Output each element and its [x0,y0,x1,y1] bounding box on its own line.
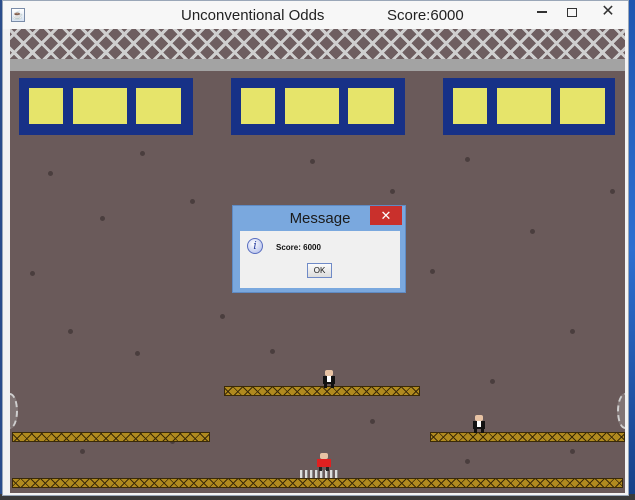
window-score: Score:6000 [387,7,464,24]
close-icon: ✕ [601,3,615,20]
wall-speck [490,379,495,384]
wall-speck [270,349,275,354]
wall-speck [390,189,395,194]
wall-speck [465,157,470,162]
wall-speck [30,271,35,276]
floor-spikes [300,470,340,478]
window-pane [136,88,181,124]
close-icon: ✕ [380,208,392,223]
wall-speck [370,419,375,424]
enemy-shirt [477,421,481,427]
wall-speck [68,329,73,334]
wall-window-center [231,78,405,135]
wall-speck [570,329,575,334]
ceiling-lattice [10,29,625,59]
minimize-button[interactable] [527,1,557,23]
wall-speck [100,216,105,221]
player-body [317,459,331,467]
window-pane [285,88,339,124]
platform-floor [12,478,623,488]
wall-speck [135,351,140,356]
platform-left [12,432,210,442]
enemy-legs [324,384,334,388]
window-pane [497,88,551,124]
window-pane [453,88,487,124]
enemy-suit-man-center [321,370,337,388]
message-dialog: Message ✕ i Score: 6000 OK [232,205,406,293]
wall-speck [530,229,535,234]
portal-left [10,393,18,429]
wall-speck [190,199,195,204]
dialog-close-button[interactable]: ✕ [370,206,402,225]
wall-speck [48,171,53,176]
dialog-body: i Score: 6000 OK [240,231,400,288]
wall-speck [220,314,225,319]
player-character [316,453,332,471]
window-pane [29,88,63,124]
wall-window-right [443,78,615,135]
wall-speck [310,159,315,164]
platform-right [430,432,625,442]
maximize-button[interactable] [557,1,587,23]
enemy-suit-man-right [471,415,487,433]
wall-speck [465,459,470,464]
window-pane [241,88,275,124]
window-pane [348,88,394,124]
enemy-legs [474,429,484,433]
wall-speck [140,151,145,156]
window-pane [560,88,605,124]
wall-speck [80,449,85,454]
java-app-icon[interactable]: ☕ [11,8,25,22]
wall-speck [570,449,575,454]
dialog-message: Score: 6000 [276,243,321,252]
portal-right [617,393,625,429]
wall-speck [430,269,435,274]
info-icon: i [247,238,263,254]
close-button[interactable]: ✕ [589,1,627,23]
minimize-icon [537,11,547,13]
window-title: Unconventional Odds [181,7,325,24]
ceiling-bar [10,59,625,71]
enemy-shirt [327,376,331,382]
wall-speck [610,189,615,194]
maximize-icon [567,8,577,17]
player-legs [319,467,329,471]
window-pane [73,88,127,124]
ok-button[interactable]: OK [307,263,332,278]
title-bar[interactable]: ☕ Unconventional Odds Score:6000 ✕ [3,1,628,29]
wall-window-left [19,78,193,135]
game-window: ☕ Unconventional Odds Score:6000 ✕ Messa… [2,0,629,496]
